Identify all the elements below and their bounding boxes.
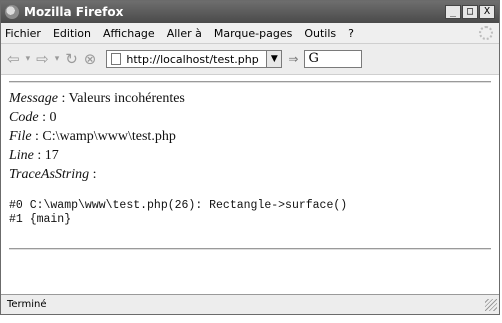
menu-marque-pages[interactable]: Marque-pages: [214, 27, 292, 40]
url-input[interactable]: http://localhost/test.php: [126, 53, 266, 66]
window-title: Mozilla Firefox: [24, 5, 124, 19]
url-bar[interactable]: http://localhost/test.php ▼: [106, 50, 283, 68]
code-value: : 0: [38, 110, 57, 125]
resize-grip-icon[interactable]: [485, 298, 497, 311]
line-label: Line: [9, 148, 34, 163]
title-bar: Mozilla Firefox _ □ X: [1, 1, 499, 23]
code-line: Code : 0: [9, 110, 56, 126]
go-icon[interactable]: ⇒: [288, 52, 298, 66]
status-bar: Terminé: [1, 294, 499, 314]
forward-dropdown-icon[interactable]: ▾: [55, 54, 60, 64]
trace-line: TraceAsString :: [9, 167, 97, 183]
firefox-logo-icon: [5, 5, 19, 19]
message-line: Message : Valeurs incohérentes: [9, 91, 185, 107]
status-text: Terminé: [7, 299, 47, 310]
page-icon: [111, 53, 122, 65]
page-content: Message : Valeurs incohérentes Code : 0 …: [1, 74, 499, 297]
close-button[interactable]: X: [479, 5, 495, 19]
reload-button[interactable]: ↻: [65, 50, 78, 68]
menu-bar: Fichier Edition Affichage Aller à Marque…: [1, 23, 499, 44]
stop-button[interactable]: ⊗: [84, 50, 97, 68]
line-line: Line : 17: [9, 148, 59, 164]
menu-outils[interactable]: Outils: [304, 27, 336, 40]
back-dropdown-icon[interactable]: ▾: [26, 54, 31, 64]
back-button[interactable]: ⇦: [7, 50, 20, 68]
divider-top: [9, 81, 491, 83]
code-label: Code: [9, 110, 39, 125]
file-value: : C:\wamp\www\test.php: [31, 129, 176, 144]
forward-button[interactable]: ⇨: [36, 50, 49, 68]
message-value: : Valeurs incohérentes: [58, 91, 185, 106]
navigation-toolbar: ⇦ ▾ ⇨ ▾ ↻ ⊗ http://localhost/test.php ▼ …: [1, 44, 499, 75]
menu-edition[interactable]: Edition: [53, 27, 91, 40]
browser-window: Mozilla Firefox _ □ X Fichier Edition Af…: [0, 0, 500, 315]
minimize-button[interactable]: _: [445, 5, 461, 19]
trace-label: TraceAsString: [9, 167, 90, 182]
file-label: File: [9, 129, 32, 144]
google-icon: G: [308, 51, 319, 66]
menu-aller-a[interactable]: Aller à: [167, 27, 202, 40]
window-controls: _ □ X: [445, 5, 495, 19]
trace-text-line-0: #0 C:\wamp\www\test.php(26): Rectangle->…: [9, 199, 348, 212]
line-value: : 17: [33, 148, 59, 163]
message-label: Message: [9, 91, 58, 106]
menu-affichage[interactable]: Affichage: [103, 27, 155, 40]
throbber-icon: [479, 26, 493, 40]
file-line: File : C:\wamp\www\test.php: [9, 129, 176, 145]
trace-text-line-1: #1 {main}: [9, 213, 72, 226]
maximize-button[interactable]: □: [462, 5, 478, 19]
trace-value: :: [89, 167, 97, 182]
url-dropdown-button[interactable]: ▼: [266, 51, 282, 67]
search-input[interactable]: G: [304, 50, 363, 68]
menu-fichier[interactable]: Fichier: [5, 27, 41, 40]
menu-help[interactable]: ?: [348, 27, 354, 40]
divider-bottom: [9, 248, 491, 250]
